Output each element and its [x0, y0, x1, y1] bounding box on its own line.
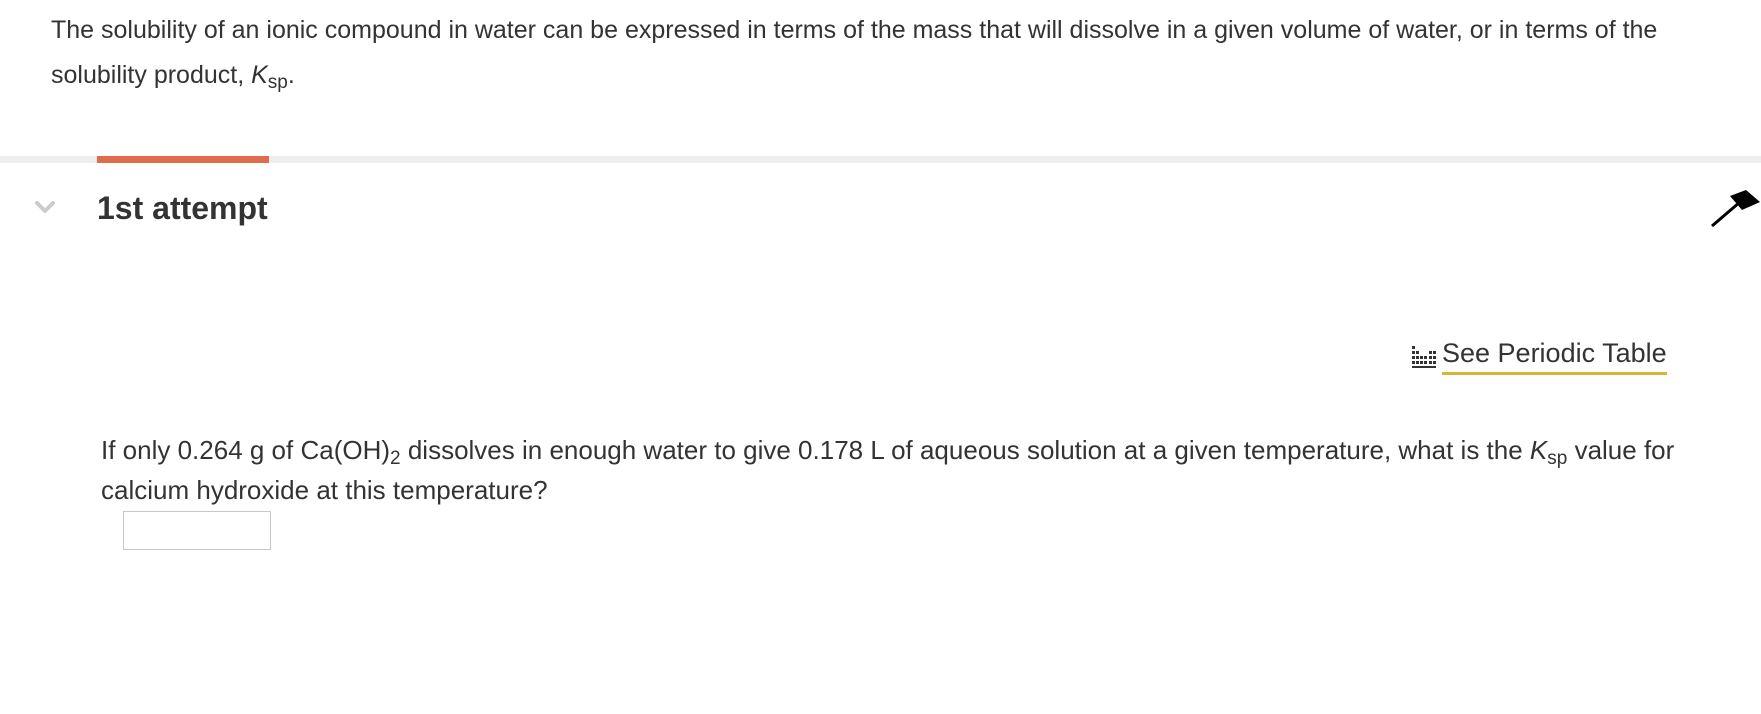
page: The solubility of an ionic compound in w…	[0, 0, 1761, 714]
question-part2: dissolves in enough water to give 0.178 …	[400, 435, 1530, 465]
question-text: If only 0.264 g of Ca(OH)2 dissolves in …	[101, 430, 1701, 510]
formula-subscript: 2	[390, 448, 401, 469]
see-periodic-table-label[interactable]: See Periodic Table	[1442, 336, 1667, 375]
intro-text: The solubility of an ionic compound in w…	[51, 8, 1671, 98]
k-symbol: K	[251, 61, 268, 89]
arrow-up-icon[interactable]	[1708, 188, 1760, 230]
attempt-title: 1st attempt	[97, 190, 268, 226]
question-part1: If only 0.264 g of Ca(OH)	[101, 435, 391, 465]
question-k-symbol: K	[1529, 435, 1548, 465]
periodic-table-icon	[1412, 345, 1436, 368]
attempt-tab-indicator	[97, 156, 269, 163]
answer-input[interactable]	[123, 511, 271, 550]
see-periodic-table-link[interactable]: See Periodic Table	[1410, 336, 1667, 375]
chevron-down-icon[interactable]	[34, 196, 56, 218]
question-k-subscript: sp	[1547, 448, 1568, 469]
intro-text-after: .	[287, 61, 295, 89]
k-subscript: sp	[267, 72, 288, 93]
